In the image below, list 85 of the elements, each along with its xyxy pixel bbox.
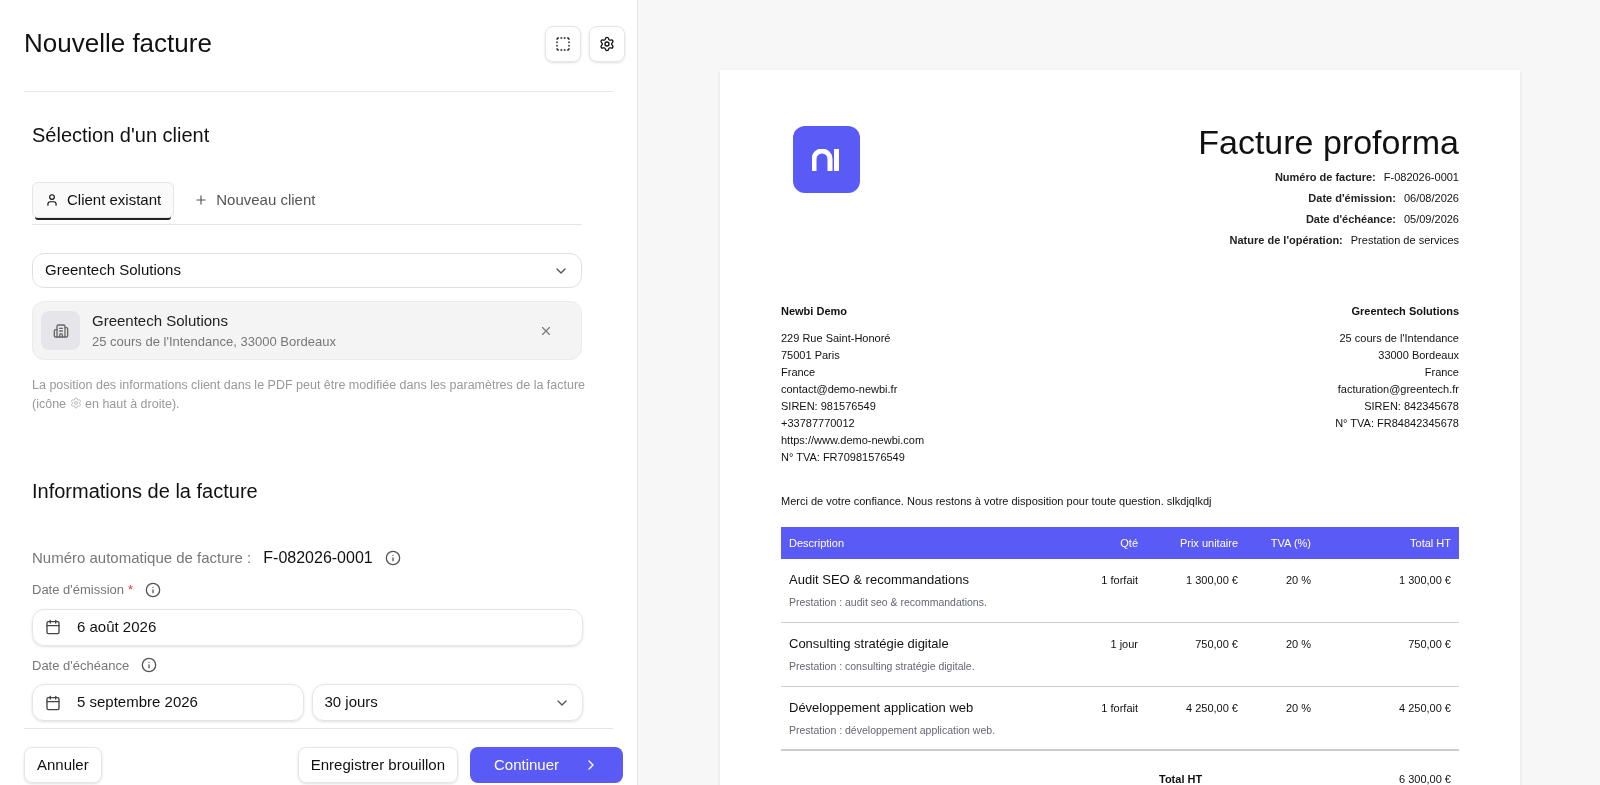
party-detail: N° TVA: FR70981576549	[781, 449, 905, 465]
item-title: Consulting stratégie digitale	[789, 635, 950, 653]
continue-button[interactable]: Continuer	[470, 747, 623, 783]
settings-icon	[599, 35, 615, 52]
invoice-number-label: Numéro automatique de facture :	[32, 547, 252, 568]
section-title: Sélection d'un client	[32, 123, 211, 148]
date-field[interactable]: 6 août 2026	[32, 608, 583, 646]
client-select[interactable]: Greentech Solutions	[32, 253, 582, 288]
building-icon	[41, 311, 80, 350]
party-detail: 75001 Paris	[781, 347, 840, 363]
column-header: Description	[789, 535, 846, 551]
user-icon	[45, 193, 59, 207]
party-detail: contact@demo-newbi.fr	[781, 381, 898, 397]
column-header: TVA (%)	[1269, 535, 1311, 551]
party-name: Newbi Demo	[781, 304, 847, 319]
page-title: Nouvelle facture	[24, 27, 212, 60]
column-header: Total HT	[1409, 535, 1451, 551]
party-detail: 25 cours de l'Intendance	[1339, 330, 1459, 346]
field-label: Date d'émission *	[32, 581, 134, 599]
meta-label: Date d'échéance:	[1305, 212, 1396, 227]
invoice-title: Facture proforma	[1198, 122, 1459, 162]
calendar-icon	[45, 619, 61, 635]
item-title: Audit SEO & recommandations	[789, 571, 970, 589]
required-mark: *	[128, 582, 134, 597]
party-detail: France	[781, 364, 816, 380]
info-icon	[384, 550, 401, 566]
calendar-icon	[45, 694, 61, 711]
table-cell-text: 1 jour	[1109, 637, 1138, 652]
column-header: Qté	[1119, 535, 1138, 551]
total-label: Total HT	[1159, 772, 1203, 785]
plus-icon	[194, 193, 209, 207]
settings-button[interactable]	[589, 25, 625, 62]
field-label: Date d'échéance	[32, 656, 130, 675]
date-field[interactable]: 5 septembre 2026	[32, 684, 304, 721]
table-cell-text: 4 250,00 €	[1398, 701, 1451, 716]
invoice-number: F-082026-0001	[263, 548, 373, 568]
info-icon	[145, 581, 162, 598]
meta-label: Numéro de facture:	[1274, 170, 1376, 185]
meta-label: Date d'émission:	[1308, 191, 1396, 206]
table-cell-text: 1 forfait	[1100, 701, 1138, 716]
party-detail: SIREN: 842345678	[1364, 398, 1459, 414]
logo-icon	[793, 126, 860, 193]
column-header: Prix unitaire	[1178, 535, 1238, 551]
client-tab[interactable]: Client existant	[32, 182, 175, 218]
total-value: 6 300,00 €	[1399, 772, 1451, 785]
item-detail: Prestation : audit seo & recommandations.	[789, 594, 988, 610]
table-cell-text: 4 250,00 €	[1185, 701, 1238, 716]
item-detail: Prestation : consulting stratégie digitale.	[789, 658, 976, 674]
term-select[interactable]: 30 jours	[311, 684, 583, 721]
party-detail: France	[1424, 364, 1459, 380]
party-detail: +33787770012	[781, 415, 855, 431]
table-cell-text: 750,00 €	[1194, 637, 1238, 652]
table-cell-text: 20 %	[1284, 701, 1311, 716]
save-draft-button[interactable]: Enregistrer brouillon	[297, 747, 458, 783]
dashed-square-icon	[555, 35, 571, 52]
party-detail: 33000 Bordeaux	[1378, 347, 1459, 363]
cancel-button[interactable]: Annuler	[24, 747, 102, 783]
table-cell-text: 750,00 €	[1407, 637, 1451, 652]
client-position-hint: La position des informations client dans le PDF peut être modifiée dans les paramètres de la facture (icône en haut à droite).	[32, 377, 587, 413]
item-title: Développement application web	[789, 699, 975, 717]
party-name: Greentech Solutions	[1351, 304, 1459, 319]
meta-value: 06/08/2026	[1403, 191, 1459, 206]
meta-label: Nature de l'opération:	[1229, 233, 1343, 248]
party-detail: SIREN: 981576549	[781, 398, 876, 414]
meta-value: F-082026-0001	[1383, 170, 1459, 185]
settings-icon	[69, 397, 82, 409]
party-detail: facturation@greentech.fr	[1337, 381, 1459, 397]
table-cell-text: 1 300,00 €	[1185, 573, 1238, 588]
table-cell-text: 20 %	[1284, 637, 1311, 652]
table-cell-text: 1 forfait	[1100, 573, 1138, 588]
thank-you-message: Merci de votre confiance. Nous restons à votre disposition pour toute question. slkdjqlkdj	[781, 493, 1213, 509]
client-address: 25 cours de l'Intendance, 33000 Bordeaux	[92, 333, 337, 351]
table-cell-text: 1 300,00 €	[1398, 573, 1451, 588]
meta-value: Prestation de services	[1350, 233, 1459, 248]
party-detail: N° TVA: FR84842345678	[1335, 415, 1459, 431]
meta-value: 05/09/2026	[1403, 212, 1459, 227]
client-tab[interactable]: Nouveau client	[182, 182, 328, 218]
layout-button[interactable]	[545, 25, 581, 62]
client-name: Greentech Solutions	[92, 310, 229, 331]
item-detail: Prestation : développement application web.	[789, 722, 997, 738]
table-cell-text: 20 %	[1284, 573, 1311, 588]
party-detail: 229 Rue Saint-Honoré	[781, 330, 891, 346]
party-detail: https://www.demo-newbi.com	[781, 432, 925, 448]
info-icon	[141, 657, 158, 674]
section-title: Informations de la facture	[32, 479, 259, 504]
